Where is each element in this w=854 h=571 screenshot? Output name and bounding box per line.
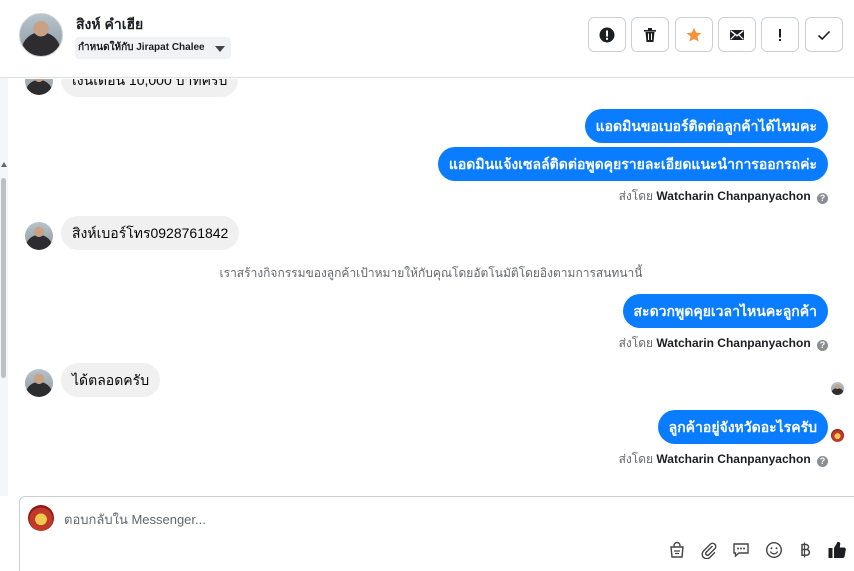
page-avatar: [28, 505, 54, 531]
incoming-message: สิงห์เบอร์โทร0928761842: [61, 216, 240, 250]
assign-label: กำหนดให้กับ Jirapat Chalee: [78, 42, 205, 53]
sent-by-prefix: ส่งโดย: [618, 452, 654, 466]
spam-button[interactable]: [588, 17, 626, 52]
mark-done-button[interactable]: [805, 17, 843, 52]
delete-button[interactable]: [631, 17, 669, 52]
contact-avatar-small: [25, 222, 53, 250]
sent-by-line: ส่งโดย Watcharin Chanpanyachon ?: [619, 334, 828, 353]
message-scrollbar[interactable]: [0, 78, 8, 496]
page-read-indicator: [831, 429, 844, 442]
outgoing-message: แอดมินแจ้งเซลล์ติดต่อพูดคุยรายละเอียดแนะ…: [437, 147, 828, 181]
sent-by-line: ส่งโดย Watcharin Chanpanyachon ?: [619, 187, 828, 206]
saved-replies-icon[interactable]: [730, 539, 752, 561]
scroll-up-arrow-icon[interactable]: [1, 162, 7, 167]
sent-by-line: ส่งโดย Watcharin Chanpanyachon ?: [619, 450, 828, 469]
shopping-bag-icon[interactable]: [666, 539, 688, 561]
sent-by-agent: Watcharin Chanpanyachon: [656, 336, 811, 350]
scroll-thumb[interactable]: [1, 178, 6, 378]
sent-by-prefix: ส่งโดย: [618, 189, 654, 203]
assign-dropdown[interactable]: กำหนดให้กับ Jirapat Chalee: [75, 37, 231, 59]
contact-avatar[interactable]: [19, 13, 63, 57]
incoming-message: ได้ตลอดครับ: [61, 363, 161, 397]
thumbs-up-icon[interactable]: [826, 539, 848, 561]
emoji-icon[interactable]: [763, 539, 785, 561]
sent-by-prefix: ส่งโดย: [618, 336, 654, 350]
reply-composer: [19, 496, 854, 571]
exclamation-icon: [779, 28, 781, 41]
system-note: เราสร้างกิจกรรมของลูกค้าเป้าหมายให้กับคุ…: [219, 266, 643, 280]
sent-by-agent: Watcharin Chanpanyachon: [656, 452, 811, 466]
alert-circle-icon: [599, 27, 615, 42]
follow-up-button[interactable]: [761, 17, 799, 52]
star-icon: [686, 27, 702, 42]
trash-icon: [644, 27, 656, 42]
inbox-conversation: สิงห์ คำเฮีย กำหนดให้กับ Jirapat Chalee: [0, 0, 854, 571]
info-icon[interactable]: ?: [817, 340, 828, 351]
contact-avatar-small: [25, 369, 53, 397]
paperclip-icon[interactable]: [698, 539, 720, 561]
info-icon[interactable]: ?: [817, 456, 828, 467]
envelope-icon: [730, 29, 744, 40]
contact-avatar-small: [25, 79, 53, 95]
caret-down-icon: [214, 46, 225, 52]
mark-unread-button[interactable]: [718, 17, 756, 52]
incoming-message: เงินเดือน 10,000 บาทครับ: [61, 79, 239, 97]
message-thread: เงินเดือน 10,000 บาทครับ แอดมินขอเบอร์ติ…: [8, 79, 854, 493]
outgoing-message: ลูกค้าอยู่จังหวัดอะไรครับ: [657, 410, 828, 444]
outgoing-message: สะดวกพูดคุยเวลาไหนคะลูกค้า: [622, 294, 828, 328]
conversation-header: สิงห์ คำเฮีย กำหนดให้กับ Jirapat Chalee: [0, 0, 854, 78]
sent-by-agent: Watcharin Chanpanyachon: [656, 189, 811, 203]
reply-input[interactable]: [64, 509, 824, 529]
star-button[interactable]: [675, 17, 713, 52]
check-icon: [817, 30, 831, 40]
baht-icon[interactable]: [794, 539, 816, 561]
contact-name[interactable]: สิงห์ คำเฮีย: [76, 14, 143, 36]
seen-indicator-avatar: [831, 382, 844, 395]
outgoing-message: แอดมินขอเบอร์ติดต่อลูกค้าได้ไหมคะ: [584, 109, 828, 143]
info-icon[interactable]: ?: [817, 193, 828, 204]
